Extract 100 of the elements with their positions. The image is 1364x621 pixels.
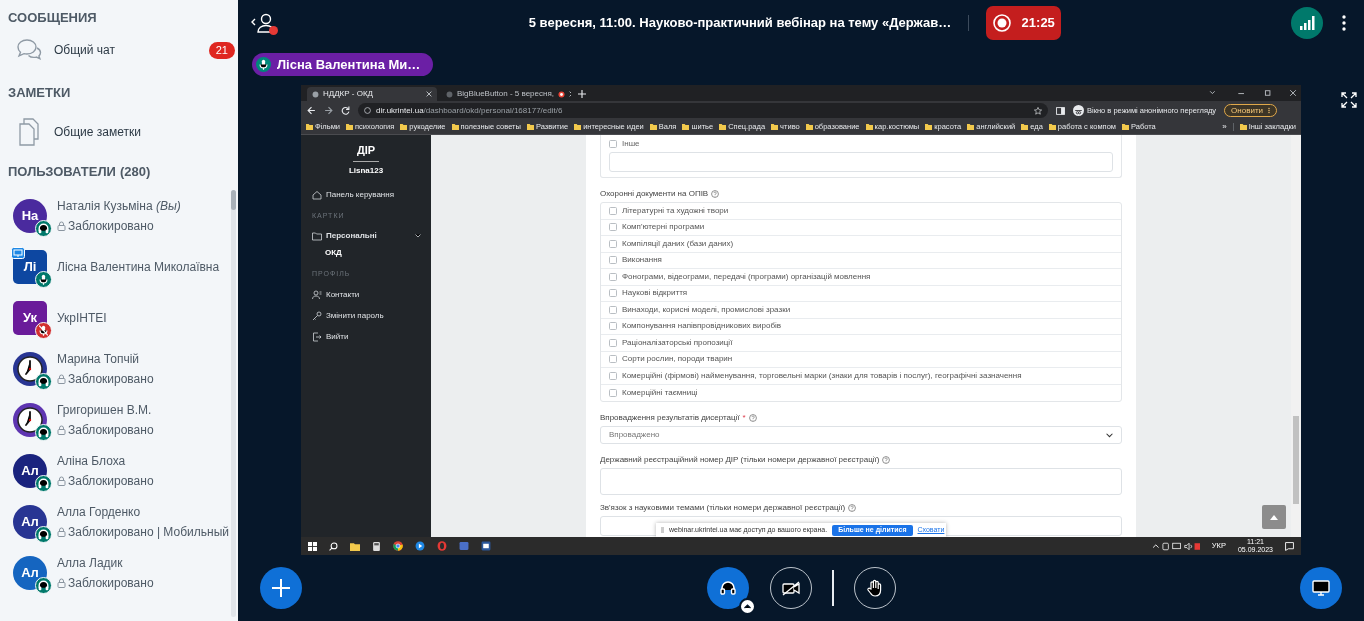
user-name: Григоришен В.М. [57, 401, 153, 419]
windows-start-icon[interactable] [308, 541, 317, 551]
incognito-icon [1073, 105, 1084, 116]
user-status: Заблокировано | Мобильный [68, 523, 229, 541]
folder-icon [306, 124, 313, 130]
nav-item[interactable]: Персональні [312, 230, 431, 242]
browser-tab[interactable]: НДДКР - ОКД [307, 87, 437, 101]
checkbox-label: Літературні та художні твори [622, 204, 729, 217]
back-icon[interactable] [307, 106, 316, 115]
reload-icon[interactable] [341, 106, 350, 115]
presenter-label: Лісна Валентина Ми… [252, 53, 434, 76]
actions-button[interactable] [260, 567, 302, 609]
folder-icon [925, 124, 933, 130]
arrow-up-icon [1270, 514, 1278, 520]
nav-item[interactable]: Змінити пароль [312, 309, 431, 322]
user-avatar: Ал [13, 453, 47, 488]
folder-icon [346, 124, 353, 130]
checkbox[interactable] [609, 239, 617, 248]
checkbox[interactable] [609, 256, 617, 265]
new-tab-icon[interactable] [578, 90, 586, 98]
folder-icon [967, 124, 975, 130]
checkbox[interactable] [609, 140, 617, 148]
user-login: Lisna123 [348, 164, 384, 177]
folder-icon [1048, 124, 1056, 130]
user-count: (280) [119, 163, 151, 182]
checkbox-label: Виконання [622, 254, 662, 267]
scroll-to-top-button[interactable] [1262, 505, 1286, 529]
section-title: СООБЩЕНИЯ [8, 10, 97, 26]
notification-icon[interactable] [1285, 541, 1294, 551]
recording-button[interactable]: 21:25 [986, 5, 1062, 40]
user-name: Лісна Валентина Миколаївна [57, 258, 220, 276]
checkbox-label: Наукові відкриття [622, 287, 688, 300]
address-bar[interactable]: dir.ukrintei.ua/dashboard/okd/personal/168177/edit/6 [358, 103, 1048, 118]
checkbox-label: Винаходи, корисні моделі, промислові зразки [622, 303, 791, 316]
checkbox[interactable] [609, 371, 617, 380]
side-panel-icon[interactable] [1056, 106, 1065, 115]
lock-icon [57, 373, 66, 384]
forward-icon[interactable] [324, 106, 333, 115]
nav-subitem[interactable]: ОКД [325, 247, 342, 259]
chevron-up-icon [743, 604, 751, 609]
opera-icon[interactable] [437, 541, 447, 551]
system-tray-icons[interactable] [1151, 541, 1200, 551]
folder-icon [649, 124, 657, 130]
checkbox-label: Сорти рослин, породи тварин [622, 353, 733, 366]
user-name: УкрІНТЕІ [57, 309, 107, 327]
nav-item[interactable]: Вийти [312, 330, 431, 343]
select-field[interactable]: Впроваджено [600, 426, 1122, 444]
audio-options-button[interactable] [738, 598, 756, 615]
close-icon[interactable] [426, 91, 432, 97]
folder-icon [1021, 124, 1029, 130]
update-button[interactable]: Оновити [1224, 104, 1278, 117]
checkbox[interactable] [609, 355, 617, 364]
search-icon[interactable] [329, 541, 338, 551]
window-controls-icon[interactable] [1209, 89, 1297, 97]
more-options-icon[interactable] [1342, 14, 1346, 31]
word-icon[interactable] [481, 541, 491, 551]
more-icon [1268, 107, 1271, 114]
user-avatar: Ал [13, 555, 47, 590]
checkbox[interactable] [609, 289, 617, 298]
section-title: ПОЛЬЗОВАТЕЛИ [8, 163, 116, 182]
nav-item[interactable]: Панель керування [312, 188, 431, 201]
audio-button[interactable] [706, 567, 749, 609]
fullscreen-icon [1341, 92, 1357, 108]
help-icon [711, 190, 720, 198]
notes-item[interactable]: Общие заметки [0, 112, 238, 152]
microphone-icon [256, 57, 271, 72]
folder-icon [682, 124, 690, 130]
chat-item[interactable]: Общий чат 21 [0, 30, 238, 70]
checkbox[interactable] [609, 322, 617, 331]
logout-icon [312, 331, 322, 342]
browser-tab[interactable]: BigBlueButton - 5 вересня, [441, 87, 571, 101]
key-icon [312, 310, 322, 321]
screen-share-button[interactable] [1300, 567, 1342, 609]
user-name: Аліна Блоха [57, 452, 127, 470]
text-field[interactable] [609, 152, 1113, 172]
folder-icon[interactable] [350, 541, 360, 551]
folder-icon [400, 124, 408, 130]
checkbox[interactable] [609, 206, 617, 215]
checkbox-label: Комерційні (фірмові) найменування, торговельні марки (знаки для товарів і послуг), географічні зазначення [622, 369, 1022, 382]
checkbox[interactable] [609, 305, 617, 314]
fullscreen-button[interactable] [1340, 91, 1358, 109]
folder-icon [719, 124, 727, 130]
checkbox[interactable] [609, 338, 617, 347]
folder-icon [526, 124, 534, 130]
more-bookmarks[interactable]: » [1222, 121, 1227, 133]
recording-icon [557, 90, 565, 98]
media-icon[interactable] [415, 541, 425, 551]
star-icon[interactable] [1034, 106, 1042, 115]
checkbox[interactable] [609, 272, 617, 281]
user-status: Заблокировано [68, 217, 154, 235]
nav-item[interactable]: Контакти [312, 288, 431, 301]
checkbox[interactable] [609, 223, 617, 232]
folder-icon [1239, 124, 1247, 130]
app-icon[interactable] [459, 541, 469, 551]
favicon-icon [312, 90, 319, 98]
connection-status-icon[interactable] [1291, 6, 1323, 39]
help-icon [748, 414, 757, 422]
calculator-icon[interactable] [372, 541, 381, 551]
browser-icon[interactable] [393, 541, 403, 551]
checkbox[interactable] [609, 388, 617, 397]
